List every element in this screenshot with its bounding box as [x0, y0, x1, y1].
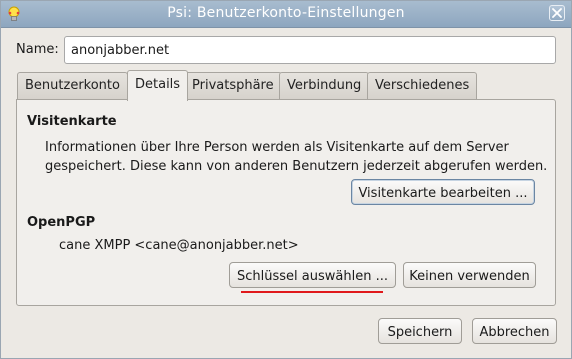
tab-verschiedenes[interactable]: Verschiedenes: [367, 72, 478, 99]
name-label: Name:: [16, 42, 59, 57]
tab-benutzerkonto[interactable]: Benutzerkonto: [17, 72, 128, 99]
save-button[interactable]: Speichern: [378, 318, 462, 344]
openpgp-heading: OpenPGP: [27, 215, 96, 230]
tab-privatsphaere[interactable]: Privatsphäre: [184, 72, 282, 99]
vcard-description: Informationen über Ihre Person werden al…: [45, 140, 548, 174]
tab-verbindung[interactable]: Verbindung: [279, 72, 370, 99]
account-settings-window: Psi: Benutzerkonto-Einstellungen Name: B…: [0, 0, 572, 359]
cancel-button[interactable]: Abbrechen: [472, 318, 557, 344]
tab-details[interactable]: Details: [127, 70, 189, 101]
edit-vcard-button[interactable]: Visitenkarte bearbeiten ...: [351, 179, 535, 205]
pgp-key-label: cane XMPP <cane@anonjabber.net>: [59, 238, 299, 253]
window-title: Psi: Benutzerkonto-Einstellungen: [167, 5, 405, 21]
name-input[interactable]: [64, 36, 556, 64]
no-key-button[interactable]: Keinen verwenden: [403, 262, 536, 288]
vcard-heading: Visitenkarte: [27, 114, 117, 129]
title-bar[interactable]: Psi: Benutzerkonto-Einstellungen: [1, 1, 571, 28]
close-icon[interactable]: [549, 5, 565, 21]
annotation-underline: [241, 291, 383, 293]
select-key-button[interactable]: Schlüssel auswählen ...: [229, 262, 396, 288]
